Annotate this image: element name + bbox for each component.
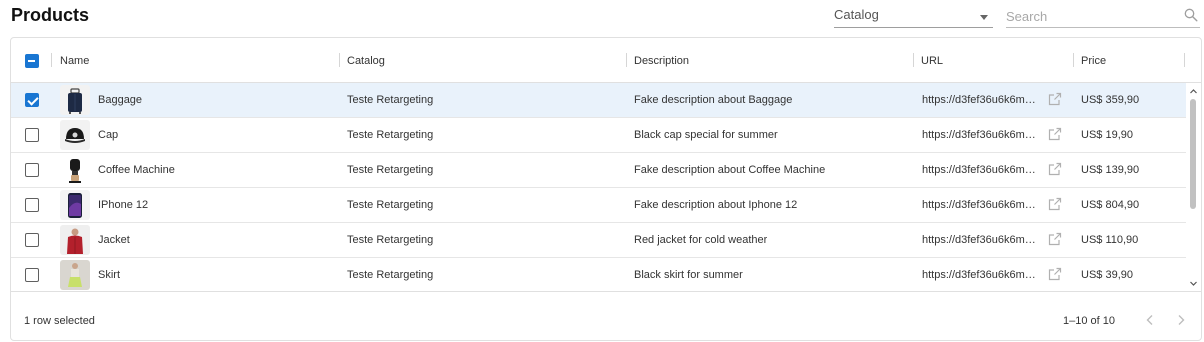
product-price: US$ 39,90: [1081, 269, 1133, 281]
row-checkbox[interactable]: [25, 93, 39, 107]
table-row[interactable]: IPhone 12 Teste Retargeting Fake descrip…: [11, 188, 1186, 223]
thumbnail-cell: [60, 258, 90, 291]
product-description: Fake description about Iphone 12: [634, 199, 798, 211]
table-body: Baggage Teste Retargeting Fake descripti…: [11, 83, 1186, 291]
search-box: [1006, 4, 1200, 28]
previous-page-icon[interactable]: [1142, 312, 1158, 328]
row-checkbox[interactable]: [25, 198, 39, 212]
table-footer: 1 row selected 1–10 of 10: [11, 291, 1201, 340]
row-checkbox-cell: [25, 188, 39, 222]
jacket-image: [60, 225, 90, 255]
product-url: https://d3fef36u6k6m…: [922, 129, 1036, 141]
column-header-catalog[interactable]: Catalog: [347, 38, 385, 83]
page-title: Products: [11, 5, 90, 25]
row-checkbox[interactable]: [25, 268, 39, 282]
scroll-up-icon[interactable]: [1189, 87, 1198, 96]
column-separator[interactable]: [51, 53, 52, 67]
search-icon[interactable]: [1184, 8, 1198, 22]
row-checkbox-cell: [25, 258, 39, 291]
product-description: Fake description about Coffee Machine: [634, 164, 826, 176]
dropdown-arrow-icon: [980, 15, 988, 20]
open-external-link-icon[interactable]: [1047, 196, 1063, 212]
scroll-down-icon[interactable]: [1189, 279, 1198, 288]
column-header-name[interactable]: Name: [60, 38, 89, 83]
row-checkbox-cell: [25, 83, 39, 117]
row-checkbox-cell: [25, 118, 39, 152]
thumbnail-cell: [60, 153, 90, 187]
product-name: IPhone 12: [98, 199, 149, 211]
select-all-checkbox[interactable]: [25, 53, 39, 68]
product-url: https://d3fef36u6k6m…: [922, 234, 1036, 246]
product-price: US$ 804,90: [1081, 199, 1140, 211]
column-separator[interactable]: [1073, 53, 1074, 67]
table-row[interactable]: Jacket Teste Retargeting Red jacket for …: [11, 223, 1186, 258]
table-row[interactable]: Cap Teste Retargeting Black cap special …: [11, 118, 1186, 153]
thumbnail-cell: [60, 188, 90, 222]
product-catalog: Teste Retargeting: [347, 129, 434, 141]
scrollbar-thumb[interactable]: [1190, 99, 1196, 209]
product-catalog: Teste Retargeting: [347, 164, 434, 176]
baggage-image: [60, 85, 90, 115]
product-name: Coffee Machine: [98, 164, 175, 176]
thumbnail-cell: [60, 83, 90, 117]
product-name: Cap: [98, 129, 119, 141]
row-checkbox-cell: [25, 153, 39, 187]
column-separator[interactable]: [626, 53, 627, 67]
product-url: https://d3fef36u6k6m…: [922, 199, 1036, 211]
product-name: Baggage: [98, 94, 143, 106]
open-external-link-icon[interactable]: [1047, 91, 1063, 107]
product-description: Black cap special for summer: [634, 129, 778, 141]
open-external-link-icon[interactable]: [1047, 231, 1063, 247]
search-input[interactable]: [1006, 6, 1176, 26]
table-row[interactable]: Baggage Teste Retargeting Fake descripti…: [11, 83, 1186, 118]
catalog-select-label: Catalog: [834, 7, 879, 22]
product-url: https://d3fef36u6k6m…: [922, 164, 1036, 176]
product-url: https://d3fef36u6k6m…: [922, 94, 1036, 106]
product-price: US$ 19,90: [1081, 129, 1133, 141]
pagination-range: 1–10 of 10: [1063, 315, 1115, 327]
product-catalog: Teste Retargeting: [347, 269, 434, 281]
catalog-select[interactable]: Catalog: [834, 4, 993, 28]
product-price: US$ 359,90: [1081, 94, 1140, 106]
select-all-cell: [25, 38, 39, 83]
row-checkbox-cell: [25, 223, 39, 257]
table-header: Name Catalog Description URL Price: [11, 38, 1201, 83]
product-description: Red jacket for cold weather: [634, 234, 768, 246]
cap-image: [60, 120, 90, 150]
product-name: Jacket: [98, 234, 130, 246]
column-separator[interactable]: [913, 53, 914, 67]
row-checkbox[interactable]: [25, 163, 39, 177]
thumbnail-cell: [60, 118, 90, 152]
table-row[interactable]: Skirt Teste Retargeting Black skirt for …: [11, 258, 1186, 291]
column-header-price[interactable]: Price: [1081, 38, 1106, 83]
product-catalog: Teste Retargeting: [347, 94, 434, 106]
row-checkbox[interactable]: [25, 128, 39, 142]
selected-rows-count: 1 row selected: [24, 315, 95, 327]
column-separator[interactable]: [1184, 53, 1185, 67]
product-description: Fake description about Baggage: [634, 94, 793, 106]
thumbnail-cell: [60, 223, 90, 257]
table-row[interactable]: Coffee Machine Teste Retargeting Fake de…: [11, 153, 1186, 188]
products-table: Name Catalog Description URL Price Bagga…: [10, 37, 1202, 341]
product-name: Skirt: [98, 269, 120, 281]
product-price: US$ 139,90: [1081, 164, 1140, 176]
open-external-link-icon[interactable]: [1047, 266, 1063, 282]
skirt-image: [60, 260, 90, 290]
product-description: Black skirt for summer: [634, 269, 743, 281]
open-external-link-icon[interactable]: [1047, 126, 1063, 142]
column-separator[interactable]: [339, 53, 340, 67]
product-catalog: Teste Retargeting: [347, 199, 434, 211]
vertical-scrollbar[interactable]: [1186, 83, 1201, 291]
product-url: https://d3fef36u6k6m…: [922, 269, 1036, 281]
column-header-url[interactable]: URL: [921, 38, 943, 83]
open-external-link-icon[interactable]: [1047, 161, 1063, 177]
coffee-machine-image: [60, 155, 90, 185]
row-checkbox[interactable]: [25, 233, 39, 247]
iphone-image: [60, 190, 90, 220]
product-price: US$ 110,90: [1081, 234, 1139, 246]
product-catalog: Teste Retargeting: [347, 234, 434, 246]
column-header-description[interactable]: Description: [634, 38, 689, 83]
next-page-icon[interactable]: [1173, 312, 1189, 328]
